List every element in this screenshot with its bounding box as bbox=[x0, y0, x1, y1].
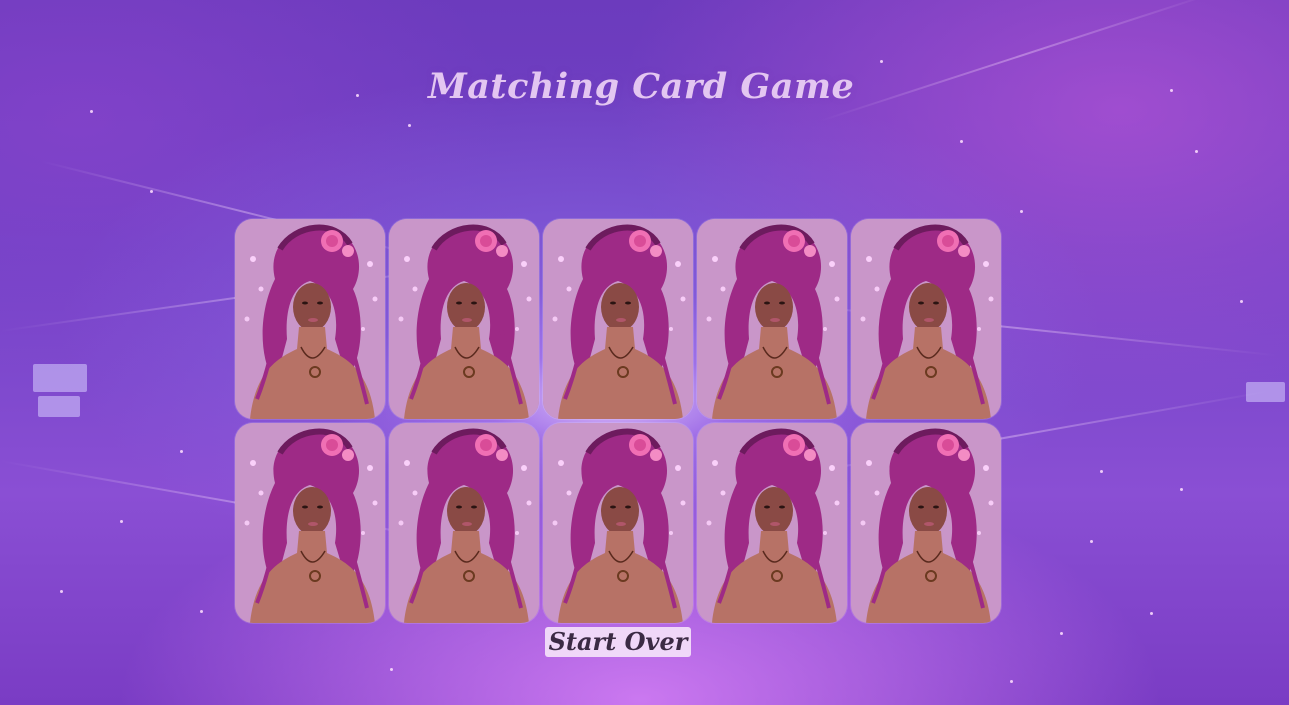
card-back-image bbox=[697, 219, 847, 419]
card-back-image bbox=[389, 219, 539, 419]
start-over-button[interactable]: Start Over bbox=[545, 627, 691, 657]
card[interactable] bbox=[235, 219, 385, 419]
game-title: Matching Card Game bbox=[428, 66, 855, 107]
star bbox=[1100, 470, 1103, 473]
card[interactable] bbox=[389, 423, 539, 623]
star bbox=[150, 190, 153, 193]
card-back-image bbox=[235, 423, 385, 623]
card-grid bbox=[235, 219, 1002, 623]
card[interactable] bbox=[697, 219, 847, 419]
card-back-image bbox=[543, 219, 693, 419]
star bbox=[880, 60, 883, 63]
star bbox=[200, 610, 203, 613]
card[interactable] bbox=[697, 423, 847, 623]
card[interactable] bbox=[543, 219, 693, 419]
glow-block bbox=[38, 396, 80, 417]
star bbox=[1060, 632, 1063, 635]
card-back-image bbox=[697, 423, 847, 623]
card-back-image bbox=[851, 423, 1001, 623]
star bbox=[1090, 540, 1093, 543]
star bbox=[356, 94, 359, 97]
card[interactable] bbox=[389, 219, 539, 419]
card[interactable] bbox=[235, 423, 385, 623]
star bbox=[1150, 612, 1153, 615]
glow-block bbox=[33, 364, 87, 392]
star bbox=[390, 668, 393, 671]
card-back-image bbox=[389, 423, 539, 623]
card-back-image bbox=[235, 219, 385, 419]
card[interactable] bbox=[851, 423, 1001, 623]
star bbox=[1195, 150, 1198, 153]
star bbox=[180, 450, 183, 453]
star bbox=[60, 590, 63, 593]
card[interactable] bbox=[851, 219, 1001, 419]
star bbox=[1020, 210, 1023, 213]
star bbox=[90, 110, 93, 113]
glow-block bbox=[1246, 382, 1285, 402]
card[interactable] bbox=[543, 423, 693, 623]
star bbox=[1170, 89, 1173, 92]
star bbox=[1240, 300, 1243, 303]
star bbox=[1010, 680, 1013, 683]
card-back-image bbox=[543, 423, 693, 623]
star bbox=[1180, 488, 1183, 491]
card-back-image bbox=[851, 219, 1001, 419]
star bbox=[120, 520, 123, 523]
star bbox=[960, 140, 963, 143]
star bbox=[408, 124, 411, 127]
